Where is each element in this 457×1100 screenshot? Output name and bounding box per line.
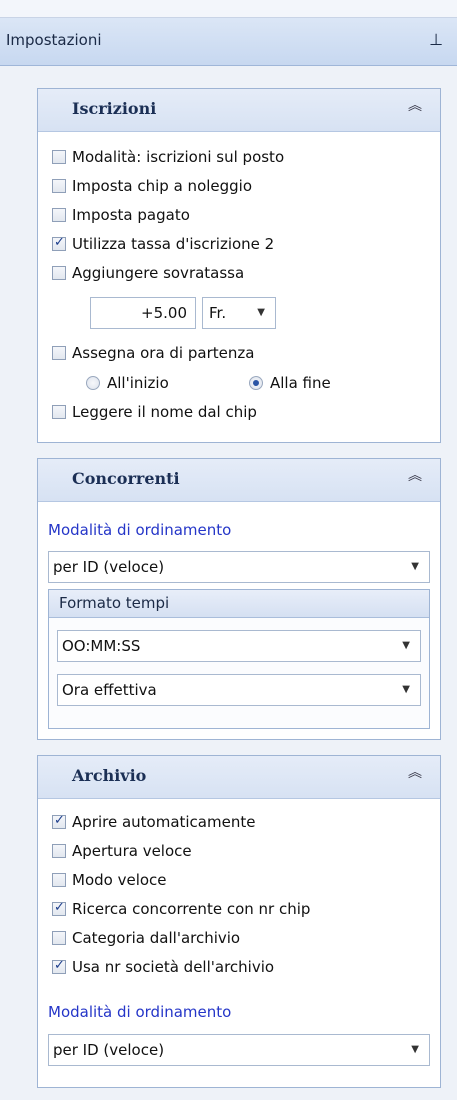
time-format-value: OO:MM:SS	[62, 637, 141, 655]
checkbox[interactable]	[52, 266, 66, 280]
surcharge-input[interactable]: +5.00	[90, 297, 196, 329]
option-label: Aprire automaticamente	[72, 813, 256, 831]
option-category-archive[interactable]: Categoria dall'archivio	[52, 925, 240, 951]
option-chip-search[interactable]: Ricerca concorrente con nr chip	[52, 896, 310, 922]
time-format-group: Formato tempi OO:MM:SS ▼ Ora effettiva ▼	[48, 589, 430, 729]
radio-end[interactable]: Alla fine	[249, 372, 331, 394]
checkbox-checked[interactable]	[52, 958, 66, 974]
collapse-icon[interactable]: ︽	[408, 766, 422, 780]
option-spot-registration[interactable]: Modalità: iscrizioni sul posto	[52, 144, 284, 170]
option-fast-mode[interactable]: Modo veloce	[52, 867, 167, 893]
option-rental-chip[interactable]: Imposta chip a noleggio	[52, 173, 252, 199]
checkbox[interactable]	[52, 931, 66, 945]
chevron-down-icon: ▼	[411, 1044, 419, 1055]
currency-value: Fr.	[209, 304, 227, 322]
checkbox[interactable]	[52, 405, 66, 419]
time-format-title: Formato tempi	[49, 590, 429, 618]
settings-panel-header: Impostazioni ⊥	[0, 18, 457, 66]
option-fast-open[interactable]: Apertura veloce	[52, 838, 192, 864]
option-label: Usa nr società dell'archivio	[72, 958, 275, 976]
chevron-down-icon: ▼	[257, 307, 265, 318]
option-label: Ricerca concorrente con nr chip	[72, 900, 311, 918]
top-edge	[0, 0, 457, 18]
option-label: Assegna ora di partenza	[72, 344, 255, 362]
checkbox[interactable]	[52, 150, 66, 164]
option-label: Leggere il nome dal chip	[72, 403, 257, 421]
archive-sort-mode-label: Modalità di ordinamento	[48, 1003, 232, 1021]
radio-start[interactable]: All'inizio	[86, 372, 169, 394]
time-type-value: Ora effettiva	[62, 681, 157, 699]
option-fee-2[interactable]: Utilizza tassa d'iscrizione 2	[52, 231, 274, 257]
option-label: Modalità: iscrizioni sul posto	[72, 148, 285, 166]
option-label: Utilizza tassa d'iscrizione 2	[72, 235, 275, 253]
checkbox-checked[interactable]	[52, 235, 66, 251]
time-type-select[interactable]: Ora effettiva ▼	[57, 674, 421, 706]
checkbox-checked[interactable]	[52, 813, 66, 829]
iscrizioni-header[interactable]: Iscrizioni ︽	[38, 89, 440, 132]
sort-mode-select[interactable]: per ID (veloce) ▼	[48, 551, 430, 583]
archive-sort-mode-value: per ID (veloce)	[53, 1041, 165, 1059]
option-set-paid[interactable]: Imposta pagato	[52, 202, 190, 228]
checkbox[interactable]	[52, 208, 66, 222]
concorrenti-title: Concorrenti	[72, 469, 180, 488]
currency-select[interactable]: Fr. ▼	[202, 297, 276, 329]
iscrizioni-title: Iscrizioni	[72, 99, 157, 118]
option-label: Modo veloce	[72, 871, 167, 889]
archive-sort-mode-select[interactable]: per ID (veloce) ▼	[48, 1034, 430, 1066]
option-label: Aggiungere sovratassa	[72, 264, 245, 282]
iscrizioni-panel: Iscrizioni ︽ Modalità: iscrizioni sul po…	[37, 88, 441, 443]
chevron-down-icon: ▼	[411, 561, 419, 572]
checkbox[interactable]	[52, 179, 66, 193]
pin-icon[interactable]: ⊥	[429, 30, 443, 49]
panel-title: Impostazioni	[6, 31, 102, 49]
option-label: Imposta chip a noleggio	[72, 177, 253, 195]
collapse-icon[interactable]: ︽	[408, 469, 422, 483]
archivio-panel: Archivio ︽ Aprire automaticamente Apertu…	[37, 755, 441, 1088]
sort-mode-value: per ID (veloce)	[53, 558, 165, 576]
concorrenti-header[interactable]: Concorrenti ︽	[38, 459, 440, 502]
checkbox[interactable]	[52, 346, 66, 360]
option-surcharge[interactable]: Aggiungere sovratassa	[52, 260, 244, 286]
radio-button[interactable]	[86, 376, 100, 390]
sort-mode-label: Modalità di ordinamento	[48, 521, 232, 539]
checkbox[interactable]	[52, 844, 66, 858]
radio-button-selected[interactable]	[249, 376, 263, 390]
archivio-title: Archivio	[72, 766, 147, 785]
option-read-name[interactable]: Leggere il nome dal chip	[52, 399, 257, 425]
option-auto-open[interactable]: Aprire automaticamente	[52, 809, 255, 835]
chevron-down-icon: ▼	[402, 684, 410, 695]
time-format-select[interactable]: OO:MM:SS ▼	[57, 630, 421, 662]
archivio-header[interactable]: Archivio ︽	[38, 756, 440, 799]
option-label: Imposta pagato	[72, 206, 190, 224]
radio-label: Alla fine	[270, 374, 331, 392]
collapse-icon[interactable]: ︽	[408, 99, 422, 113]
checkbox[interactable]	[52, 873, 66, 887]
checkbox-checked[interactable]	[52, 900, 66, 916]
chevron-down-icon: ▼	[402, 640, 410, 651]
option-club-number[interactable]: Usa nr società dell'archivio	[52, 954, 274, 980]
radio-label: All'inizio	[107, 374, 169, 392]
option-label: Categoria dall'archivio	[72, 929, 241, 947]
option-label: Apertura veloce	[72, 842, 192, 860]
concorrenti-panel: Concorrenti ︽ Modalità di ordinamento pe…	[37, 458, 441, 740]
option-start-time[interactable]: Assegna ora di partenza	[52, 340, 254, 366]
